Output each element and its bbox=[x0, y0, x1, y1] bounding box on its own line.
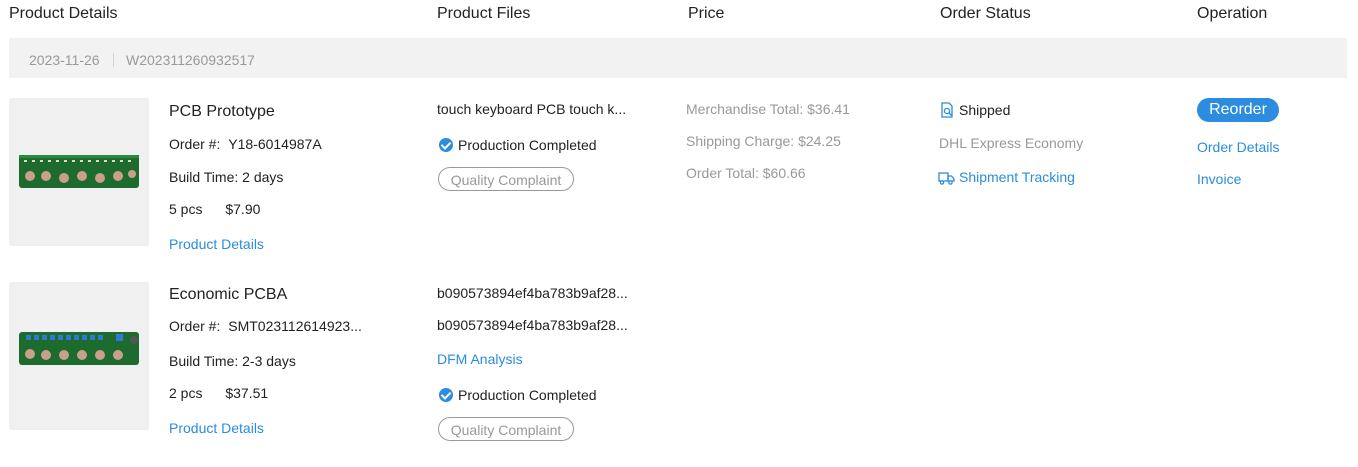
pcba-board-image bbox=[19, 332, 139, 365]
header-order-status: Order Status bbox=[940, 5, 1031, 22]
production-status: Production Completed bbox=[439, 387, 597, 403]
dfm-analysis-link[interactable]: DFM Analysis bbox=[437, 351, 523, 367]
pcb-board-image bbox=[19, 155, 139, 188]
product-details-link[interactable]: Product Details bbox=[169, 420, 264, 436]
check-circle-icon bbox=[439, 388, 453, 402]
item-quantity: 5 pcs bbox=[169, 201, 203, 217]
check-circle-icon bbox=[439, 138, 453, 152]
item-order-number: SMT023112614923... bbox=[228, 318, 362, 334]
order-number-row: Order #: SMT023112614923... bbox=[169, 318, 362, 334]
product-file-name[interactable]: b090573894ef4ba783b9af28... bbox=[437, 317, 637, 333]
quality-complaint-button[interactable]: Quality Complaint bbox=[438, 417, 574, 441]
reorder-button[interactable]: Reorder bbox=[1197, 98, 1279, 122]
order-total: Order Total: $60.66 bbox=[686, 165, 806, 181]
product-file-name[interactable]: touch keyboard PCB touch k... bbox=[437, 101, 642, 117]
item-price: $7.90 bbox=[225, 201, 261, 217]
header-product-files: Product Files bbox=[437, 5, 531, 22]
order-status-row: Shipped bbox=[940, 102, 1010, 121]
truck-icon bbox=[938, 171, 955, 188]
order-date: 2023-11-26 bbox=[29, 52, 100, 68]
production-status: Production Completed bbox=[439, 137, 597, 153]
header-operation: Operation bbox=[1197, 5, 1268, 22]
divider bbox=[113, 53, 114, 67]
order-status: Shipped bbox=[959, 102, 1011, 118]
shipment-tracking-link[interactable]: Shipment Tracking bbox=[938, 169, 1075, 188]
product-title: Economic PCBA bbox=[169, 286, 288, 303]
item-quantity-price: 2 pcs $37.51 bbox=[169, 385, 268, 401]
document-search-icon bbox=[940, 102, 955, 121]
shipping-charge: Shipping Charge: $24.25 bbox=[686, 133, 841, 149]
quality-complaint-button[interactable]: Quality Complaint bbox=[438, 167, 574, 191]
order-group-bar: 2023-11-26 W202311260932517 bbox=[9, 38, 1347, 78]
build-time: Build Time: 2 days bbox=[169, 169, 284, 185]
item-quantity-price: 5 pcs $7.90 bbox=[169, 201, 260, 217]
product-thumbnail-pcb[interactable] bbox=[9, 98, 149, 246]
item-price: $37.51 bbox=[225, 385, 269, 401]
product-file-name[interactable]: b090573894ef4ba783b9af28... bbox=[437, 285, 637, 301]
header-product-details: Product Details bbox=[9, 5, 118, 22]
order-label: Order #: bbox=[169, 318, 221, 334]
product-thumbnail-pcba[interactable] bbox=[9, 282, 149, 430]
build-time: Build Time: 2-3 days bbox=[169, 353, 296, 369]
product-title: PCB Prototype bbox=[169, 103, 275, 120]
order-details-link[interactable]: Order Details bbox=[1197, 139, 1279, 155]
order-number-row: Order #: Y18-6014987A bbox=[169, 136, 322, 152]
product-details-link[interactable]: Product Details bbox=[169, 236, 264, 252]
invoice-link[interactable]: Invoice bbox=[1197, 171, 1241, 187]
item-quantity: 2 pcs bbox=[169, 385, 203, 401]
shipping-carrier: DHL Express Economy bbox=[939, 135, 1084, 151]
header-price: Price bbox=[688, 5, 725, 22]
item-order-number: Y18-6014987A bbox=[228, 136, 322, 152]
order-number: W202311260932517 bbox=[126, 52, 255, 68]
merchandise-total: Merchandise Total: $36.41 bbox=[686, 101, 850, 117]
order-label: Order #: bbox=[169, 136, 221, 152]
